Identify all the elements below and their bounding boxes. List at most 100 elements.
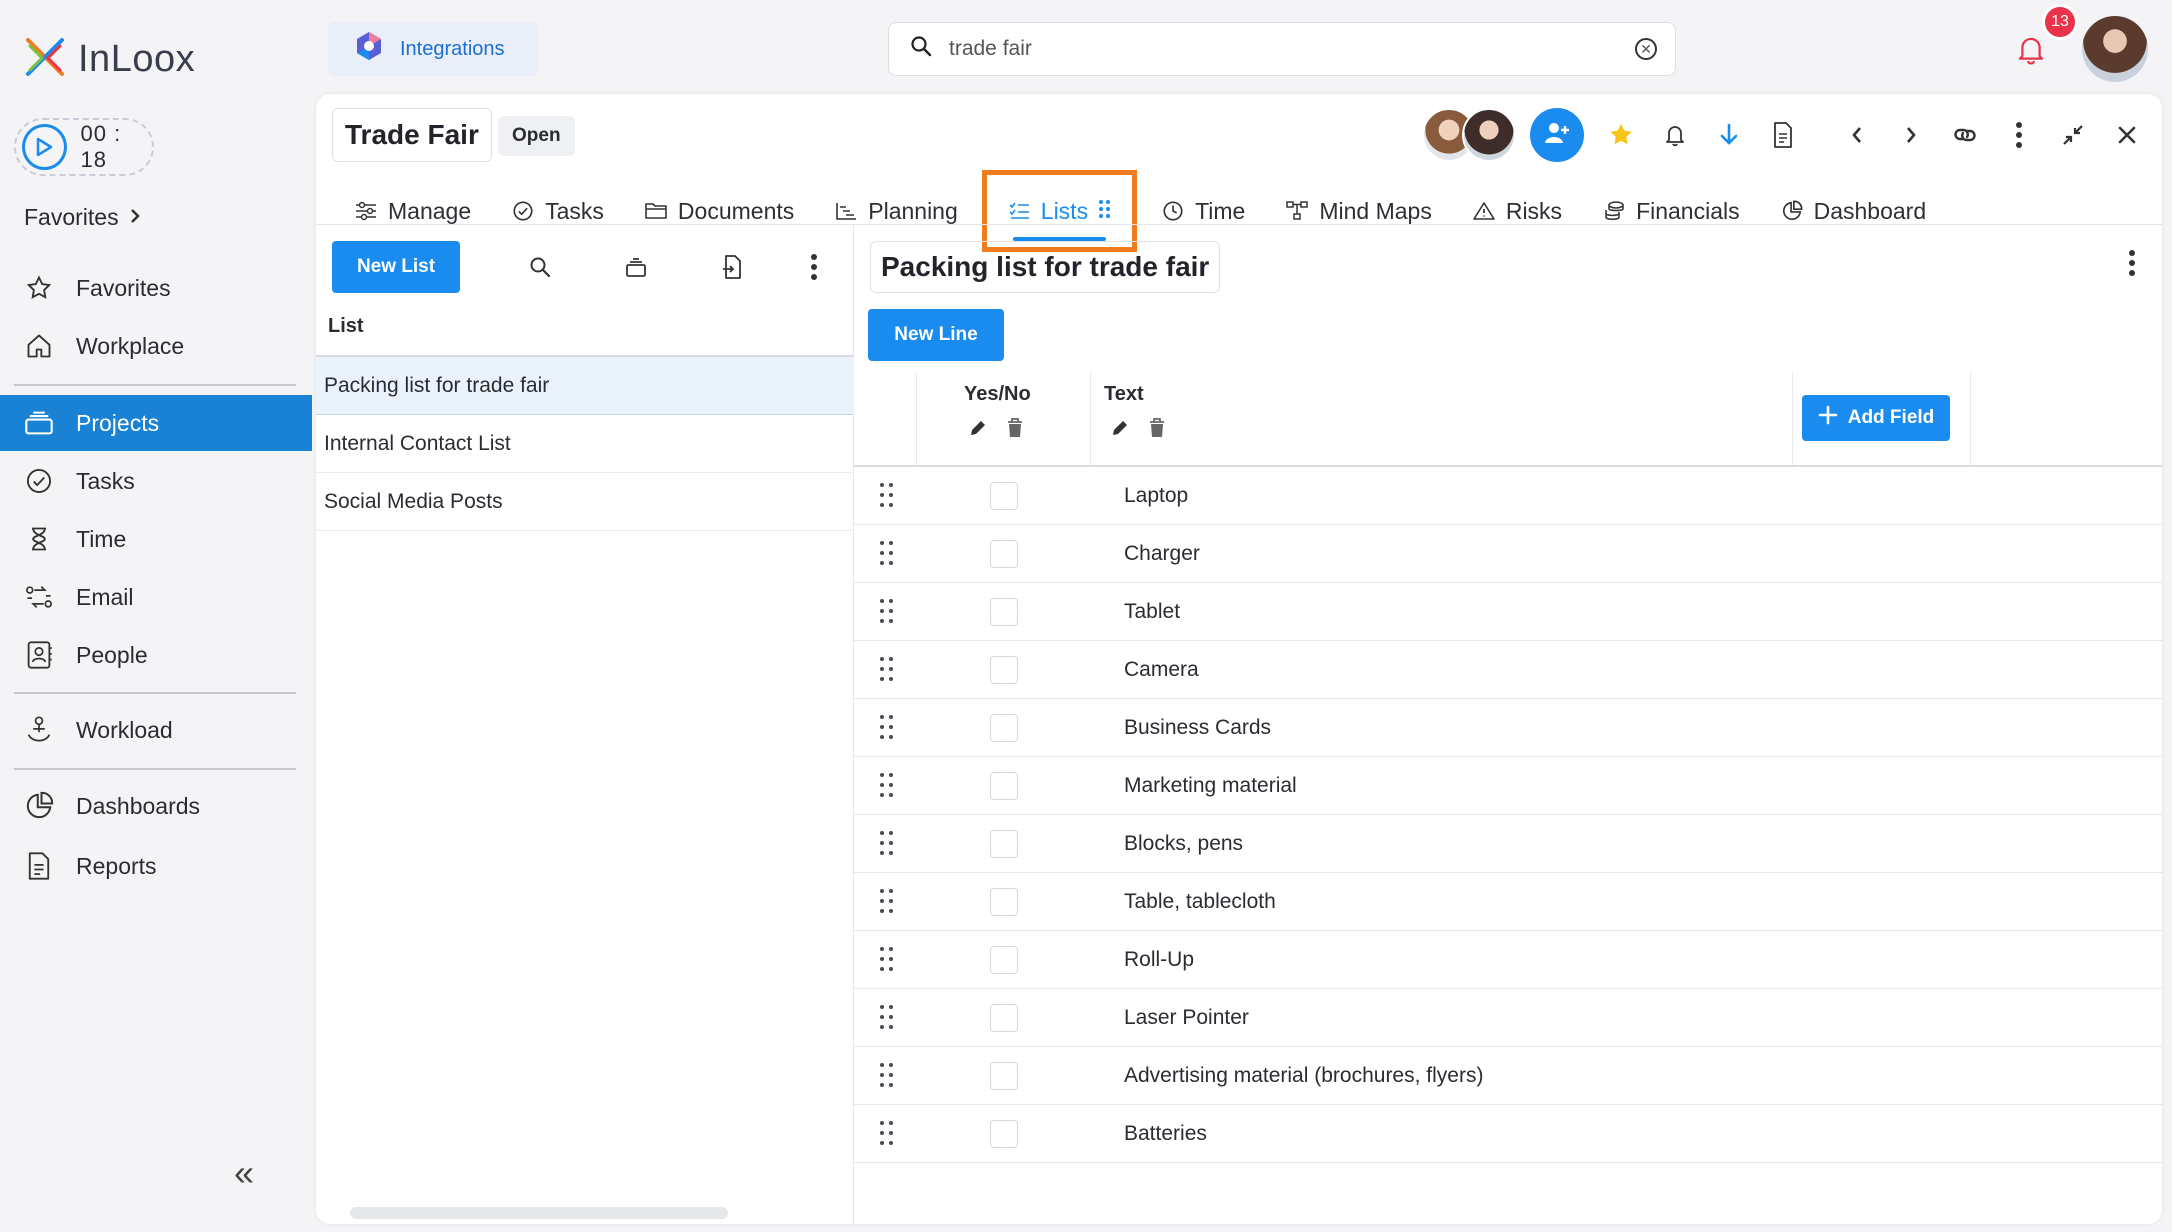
list-title[interactable]: Packing list for trade fair (870, 241, 1221, 293)
drag-handle-icon[interactable] (880, 1121, 894, 1147)
drag-handle-icon[interactable] (880, 483, 894, 509)
yes-no-checkbox[interactable] (990, 482, 1018, 510)
row-text[interactable]: Tablet (1124, 583, 1180, 641)
favorite-star-icon[interactable] (1594, 108, 1648, 162)
list-item[interactable]: Social Media Posts (316, 473, 854, 531)
drag-handle-icon[interactable] (880, 1005, 894, 1031)
list-item[interactable]: Packing list for trade fair (316, 357, 854, 415)
table-row[interactable]: Business Cards (854, 699, 2162, 757)
user-avatar[interactable] (2082, 16, 2148, 82)
drag-handle-icon[interactable] (880, 831, 894, 857)
row-text[interactable]: Table, tablecloth (1124, 873, 1276, 931)
minimize-icon[interactable] (2046, 108, 2100, 162)
row-text[interactable]: Business Cards (1124, 699, 1271, 757)
table-row[interactable]: Charger (854, 525, 2162, 583)
table-row[interactable]: Marketing material (854, 757, 2162, 815)
collapse-sidebar-icon[interactable]: « (234, 1152, 254, 1194)
drag-handle-icon[interactable] (880, 715, 894, 741)
link-icon[interactable] (1938, 108, 1992, 162)
sidebar-item-workplace[interactable]: Workplace (0, 318, 312, 374)
close-icon[interactable] (2100, 108, 2154, 162)
trash-icon[interactable] (1006, 417, 1024, 444)
yes-no-checkbox[interactable] (990, 830, 1018, 858)
yes-no-checkbox[interactable] (990, 598, 1018, 626)
more-vertical-icon[interactable] (2128, 249, 2136, 282)
project-title[interactable]: Trade Fair (332, 108, 492, 162)
document-icon[interactable] (1756, 108, 1810, 162)
more-vertical-icon[interactable] (1992, 108, 2046, 162)
new-line-button[interactable]: New Line (868, 309, 1004, 361)
drag-handle-icon[interactable] (880, 599, 894, 625)
trash-icon[interactable] (1148, 417, 1166, 444)
table-row[interactable]: Table, tablecloth (854, 873, 2162, 931)
download-icon[interactable] (1702, 108, 1756, 162)
row-text[interactable]: Laser Pointer (1124, 989, 1249, 1047)
drag-handle-icon[interactable] (880, 541, 894, 567)
row-text[interactable]: Batteries (1124, 1105, 1207, 1163)
table-row[interactable]: Tablet (854, 583, 2162, 641)
yes-no-checkbox[interactable] (990, 714, 1018, 742)
table-row[interactable]: Roll-Up (854, 931, 2162, 989)
favorites-header[interactable]: Favorites (24, 204, 141, 231)
chevron-right-icon[interactable] (1884, 108, 1938, 162)
sidebar-item-tasks[interactable]: Tasks (0, 453, 312, 509)
list-item[interactable]: Internal Contact List (316, 415, 854, 473)
edit-icon[interactable] (968, 418, 988, 443)
yes-no-checkbox[interactable] (990, 772, 1018, 800)
add-member-button[interactable] (1530, 108, 1584, 162)
drag-handle-icon[interactable] (1098, 198, 1112, 225)
yes-no-checkbox[interactable] (990, 1062, 1018, 1090)
table-row[interactable]: Laser Pointer (854, 989, 2162, 1047)
yes-no-checkbox[interactable] (990, 540, 1018, 568)
table-row[interactable]: Batteries (854, 1105, 2162, 1163)
yes-no-checkbox[interactable] (990, 946, 1018, 974)
yes-no-checkbox[interactable] (990, 888, 1018, 916)
integrations-button[interactable]: Integrations (328, 22, 538, 76)
row-text[interactable]: Camera (1124, 641, 1199, 699)
drag-handle-icon[interactable] (880, 773, 894, 799)
table-row[interactable]: Camera (854, 641, 2162, 699)
search-icon[interactable] (522, 249, 558, 285)
drag-handle-icon[interactable] (880, 947, 894, 973)
sidebar-item-workload[interactable]: Workload (0, 702, 312, 758)
add-field-button[interactable]: Add Field (1802, 395, 1950, 441)
column-header-text[interactable]: Text (1104, 383, 1144, 406)
clear-search-icon[interactable]: ✕ (1635, 38, 1657, 60)
row-text[interactable]: Blocks, pens (1124, 815, 1243, 873)
export-icon[interactable] (714, 249, 750, 285)
timer-widget[interactable]: 00 : 18 (14, 118, 154, 176)
chevron-left-icon[interactable] (1830, 108, 1884, 162)
sidebar-item-favorites[interactable]: Favorites (0, 260, 312, 316)
sidebar-item-reports[interactable]: Reports (0, 838, 312, 894)
search-input[interactable] (949, 37, 1619, 61)
row-text[interactable]: Roll-Up (1124, 931, 1194, 989)
drag-handle-icon[interactable] (880, 889, 894, 915)
group-icon[interactable] (618, 249, 654, 285)
drag-handle-icon[interactable] (880, 657, 894, 683)
notifications-bell-icon[interactable] (2016, 34, 2046, 71)
sidebar-item-dashboards[interactable]: Dashboards (0, 778, 312, 834)
sidebar-item-people[interactable]: People (0, 627, 312, 683)
drag-handle-icon[interactable] (880, 1063, 894, 1089)
subscribe-bell-icon[interactable] (1648, 108, 1702, 162)
new-list-button[interactable]: New List (332, 241, 460, 293)
play-icon[interactable] (22, 124, 67, 170)
row-text[interactable]: Advertising material (brochures, flyers) (1124, 1047, 1483, 1105)
list-column-header[interactable]: List (328, 315, 364, 338)
row-text[interactable]: Marketing material (1124, 757, 1297, 815)
yes-no-checkbox[interactable] (990, 656, 1018, 684)
edit-icon[interactable] (1110, 418, 1130, 443)
yes-no-checkbox[interactable] (990, 1004, 1018, 1032)
yes-no-checkbox[interactable] (990, 1120, 1018, 1148)
table-row[interactable]: Blocks, pens (854, 815, 2162, 873)
member-avatar[interactable] (1462, 108, 1516, 162)
row-text[interactable]: Laptop (1124, 467, 1188, 525)
more-vertical-icon[interactable] (796, 249, 832, 285)
horizontal-scrollbar[interactable] (350, 1207, 728, 1219)
row-text[interactable]: Charger (1124, 525, 1200, 583)
sidebar-item-email[interactable]: Email (0, 569, 312, 625)
sidebar-item-time[interactable]: Time (0, 511, 312, 567)
sidebar-item-projects[interactable]: Projects (0, 395, 312, 451)
table-row[interactable]: Laptop (854, 467, 2162, 525)
column-header-yes-no[interactable]: Yes/No (964, 383, 1031, 406)
